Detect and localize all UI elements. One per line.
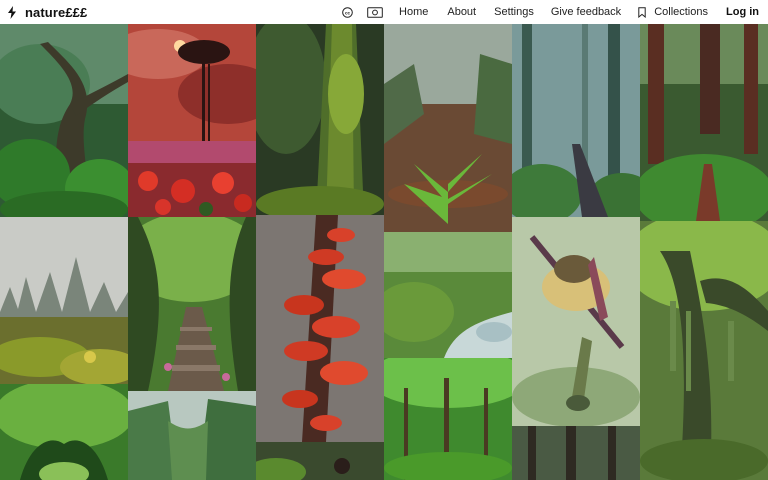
photo-misty-meadow[interactable] (0, 217, 128, 384)
nav-give-feedback[interactable]: Give feedback (551, 6, 621, 18)
photo-mossy-stream[interactable] (384, 232, 512, 358)
photo-green-valley[interactable] (128, 391, 256, 480)
nav-collections[interactable]: Collections (638, 6, 708, 18)
nav-home[interactable]: Home (399, 6, 428, 18)
photo-green-canopy-arch[interactable] (0, 384, 128, 480)
photo-bright-green-woods[interactable] (384, 358, 512, 480)
photo-moss-draped-trees[interactable] (640, 221, 768, 480)
creative-commons-icon[interactable]: cc (342, 6, 353, 18)
photo-tree-trunks[interactable] (512, 426, 640, 480)
photo-forest-stone-steps[interactable] (128, 217, 256, 391)
photo-red-flowers[interactable] (128, 141, 256, 217)
main-nav: cc Home About Settings Give feedback Col… (342, 0, 768, 24)
photo-foggy-boardwalk[interactable] (512, 24, 640, 217)
nav-collections-label: Collections (654, 6, 708, 18)
svg-text:cc: cc (345, 10, 351, 15)
brand-name: nature£££ (25, 4, 88, 20)
photo-mossy-trunk[interactable] (256, 24, 384, 215)
bookmark-icon (638, 6, 646, 18)
nav-about[interactable]: About (447, 6, 476, 18)
camera-icon[interactable] (367, 6, 383, 18)
photo-dark-undergrowth[interactable] (256, 442, 384, 480)
brand-link[interactable]: nature£££ (7, 5, 87, 20)
photo-fern-in-misty-forest[interactable] (384, 24, 512, 232)
login-button[interactable]: Log in (726, 6, 759, 18)
photo-redwood-forest[interactable] (640, 24, 768, 221)
photo-red-sky-pine[interactable] (128, 24, 256, 141)
photo-red-bracket-fungi[interactable] (256, 215, 384, 442)
photo-mossy-oak-forest[interactable] (0, 24, 128, 217)
lightning-bolt-icon (8, 5, 16, 19)
photo-exotic-flower[interactable] (512, 217, 640, 426)
top-bar: nature£££ cc Home About Settings Give fe… (0, 0, 768, 24)
nav-settings[interactable]: Settings (494, 6, 534, 18)
